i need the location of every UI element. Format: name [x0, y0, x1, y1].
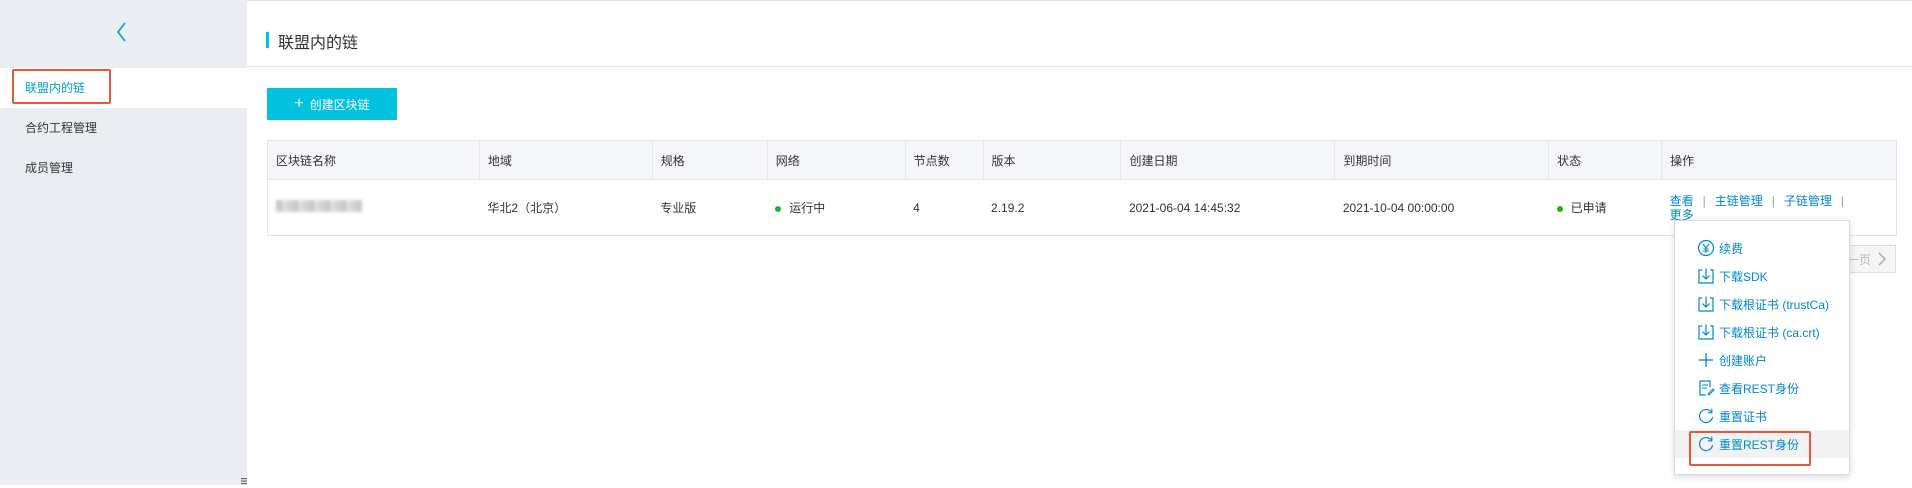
chain-name-cell [267, 179, 480, 236]
menu-item-reset-rest-identity[interactable]: 重置REST身份 [1675, 430, 1849, 458]
column-header: 到期时间 [1334, 140, 1550, 180]
column-header: 区块链名称 [267, 140, 480, 180]
column-header: 网络 [767, 140, 906, 180]
download-icon [1698, 268, 1714, 284]
column-header: 规格 [652, 140, 768, 180]
menu-item-label: 续费 [1719, 241, 1744, 256]
plus-icon: + [294, 95, 304, 112]
column-header: 版本 [983, 140, 1122, 180]
collapse-sidebar-button[interactable] [110, 18, 134, 46]
menu-item-download-root-cert-trustca[interactable]: 下载根证书 (trustCa) [1675, 290, 1849, 318]
sidebar-item-members[interactable]: 成员管理 [0, 148, 247, 188]
menu-item-label: 查看REST身份 [1719, 381, 1800, 396]
menu-item-label: 创建账户 [1719, 353, 1768, 368]
version-cell: 2.19.2 [983, 179, 1121, 236]
sidebar-item-contract-projects[interactable]: 合约工程管理 [0, 108, 247, 148]
main-chain-manage-link[interactable]: 主链管理 [1715, 194, 1763, 208]
sidebar-item-label: 联盟内的链 [25, 81, 86, 95]
status-text: 已申请 [1570, 201, 1607, 215]
region-cell: 华北2（北京） [479, 179, 653, 236]
grip-icon [241, 478, 247, 485]
menu-item-download-root-cert-ca-crt[interactable]: 下载根证书 (ca.crt) [1675, 318, 1849, 346]
menu-item-label: 重置REST身份 [1719, 437, 1800, 452]
sidebar-resize-handle[interactable] [237, 468, 251, 485]
view-link[interactable]: 查看 [1670, 194, 1694, 208]
status-dot-icon [1556, 205, 1563, 212]
column-header: 状态 [1548, 140, 1663, 180]
created-date-cell: 2021-06-04 14:45:32 [1120, 179, 1335, 236]
next-page-label: 一页 [1846, 252, 1871, 267]
page-header: 联盟内的链 [247, 1, 1912, 67]
title-accent-bar [266, 32, 269, 48]
sidebar-item-label: 成员管理 [25, 161, 74, 175]
op-separator: | [1840, 193, 1845, 208]
menu-item-label: 下载根证书 (trustCa) [1719, 297, 1830, 312]
menu-item-label: 下载SDK [1719, 269, 1768, 284]
network-cell: 运行中 [767, 179, 906, 236]
menu-item-view-rest-identity[interactable]: 查看REST身份 [1675, 374, 1849, 402]
sidebar-item-chains[interactable]: 联盟内的链 [0, 68, 247, 108]
menu-item-label: 重置证书 [1719, 409, 1768, 424]
plus-icon [1699, 353, 1713, 367]
column-header: 地域 [479, 140, 653, 180]
network-status-text: 运行中 [789, 201, 826, 215]
yen-circle-icon [1697, 239, 1715, 257]
menu-item-download-sdk[interactable]: 下载SDK [1675, 262, 1849, 290]
table-header-row: 区块链名称 地域 规格 网络 节点数 版本 创建日期 到期时间 状态 操作 [267, 140, 1897, 180]
refresh-icon [1698, 436, 1714, 452]
op-separator: | [1771, 193, 1775, 208]
page-title: 联盟内的链 [278, 35, 359, 52]
redacted-chain-name [276, 200, 362, 212]
more-dropdown-menu: 续费 下载SDK 下载根证书 (trustCa) 下载根证书 (ca.crt) … [1674, 220, 1850, 475]
expiry-date-cell: 2021-10-04 00:00:00 [1334, 179, 1549, 236]
sidebar-item-label: 合约工程管理 [25, 121, 98, 135]
download-icon [1698, 324, 1714, 340]
create-blockchain-button[interactable]: + 创建区块链 [267, 88, 397, 120]
column-header: 节点数 [905, 140, 984, 180]
spec-cell: 专业版 [652, 179, 768, 236]
menu-item-create-account[interactable]: 创建账户 [1675, 346, 1849, 374]
nodes-cell: 4 [905, 179, 984, 236]
column-header: 操作 [1661, 140, 1897, 180]
menu-item-reset-certificate[interactable]: 重置证书 [1675, 402, 1849, 430]
menu-item-renew[interactable]: 续费 [1675, 234, 1849, 262]
menu-item-label: 下载根证书 (ca.crt) [1719, 325, 1820, 340]
chevron-right-icon [1878, 252, 1887, 266]
table-row: 华北2（北京） 专业版 运行中 4 2.19.2 2021-06-04 14:4… [267, 179, 1897, 236]
chevron-left-icon [116, 22, 126, 42]
document-edit-icon [1699, 380, 1715, 396]
refresh-icon [1698, 408, 1714, 424]
sub-chain-manage-link[interactable]: 子链管理 [1784, 194, 1832, 208]
status-cell: 已申请 [1548, 179, 1662, 236]
create-blockchain-label: 创建区块链 [309, 97, 370, 112]
blockchain-table: 区块链名称 地域 规格 网络 节点数 版本 创建日期 到期时间 状态 操作 华北… [267, 140, 1897, 236]
download-icon [1698, 296, 1714, 312]
running-status-dot-icon [775, 205, 782, 212]
column-header: 创建日期 [1120, 140, 1336, 180]
op-separator: | [1702, 193, 1706, 208]
sidebar: 联盟内的链 合约工程管理 成员管理 [0, 0, 247, 485]
